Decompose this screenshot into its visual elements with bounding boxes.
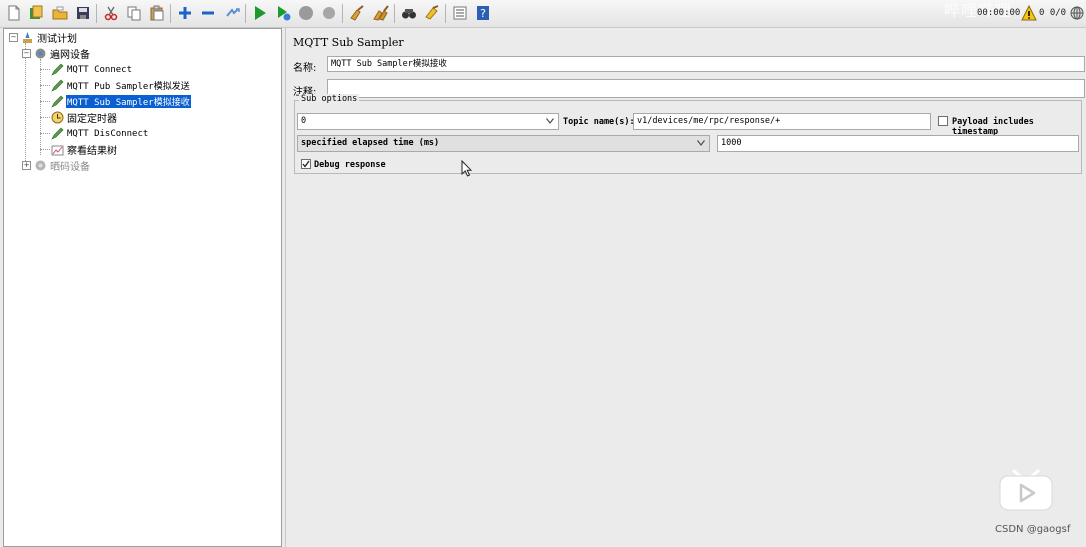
tree-item-test-plan[interactable]: − 测试计划 xyxy=(9,30,78,45)
sub-options-group: Sub options 0 Topic name(s): v1/devices/… xyxy=(294,94,1082,174)
remote-icon[interactable] xyxy=(1070,6,1084,20)
save-icon[interactable] xyxy=(75,5,91,21)
function-helper-icon[interactable] xyxy=(452,5,468,21)
tree-item-label: MQTT Connect xyxy=(67,64,133,75)
clear-all-icon[interactable] xyxy=(373,5,389,21)
tree-item-label: 测试计划 xyxy=(37,34,77,45)
sub-options-legend: Sub options xyxy=(299,94,360,104)
sampler-pencil-icon xyxy=(51,63,64,76)
tree-item-label: MQTT DisConnect xyxy=(67,128,149,139)
tree-item-label: 固定定时器 xyxy=(67,114,117,125)
tree-item-mqtt-disconnect[interactable]: MQTT DisConnect xyxy=(51,126,149,141)
shutdown-icon[interactable] xyxy=(321,5,337,21)
tree-item-constant-timer[interactable]: 固定定时器 xyxy=(51,110,118,125)
check-icon xyxy=(302,160,310,168)
stop-icon[interactable] xyxy=(298,5,314,21)
comment-input[interactable] xyxy=(327,79,1085,98)
qos-value: 0 xyxy=(301,116,307,126)
gear-icon xyxy=(34,159,47,172)
payload-timestamp-checkbox[interactable] xyxy=(938,116,948,126)
toggle-icon[interactable] xyxy=(224,5,240,21)
tree-item-thread-group[interactable]: − 遍网设备 xyxy=(22,46,91,61)
open-folder-icon[interactable] xyxy=(52,5,68,21)
clear-icon[interactable] xyxy=(349,5,365,21)
gear-icon xyxy=(34,47,47,60)
thread-count: 0 0/0 xyxy=(1039,8,1067,18)
topic-label: Topic name(s): xyxy=(563,117,635,127)
help-icon[interactable]: ? xyxy=(475,5,491,21)
toolbar: ? 哔哩哔哩 00:00:00 0 0/0 xyxy=(0,0,1086,28)
cut-icon[interactable] xyxy=(103,5,119,21)
templates-icon[interactable] xyxy=(28,5,44,21)
elapsed-time-input[interactable]: 1000 xyxy=(717,135,1079,152)
test-plan-icon xyxy=(21,31,34,44)
tree-item-disabled-thread-group[interactable]: + 晒码设备 xyxy=(22,158,91,173)
debug-response-checkbox[interactable] xyxy=(301,159,311,169)
tree-item-mqtt-sub-sampler[interactable]: MQTT Sub Sampler模拟接收 xyxy=(51,94,191,109)
tree-item-mqtt-pub-sampler[interactable]: MQTT Pub Sampler模拟发送 xyxy=(51,78,191,93)
collapse-icon[interactable]: − xyxy=(22,49,31,58)
sampler-pencil-icon xyxy=(51,95,64,108)
name-input[interactable]: MQTT Sub Sampler模拟接收 xyxy=(327,56,1085,72)
sub-mode-value: specified elapsed time (ms) xyxy=(301,138,440,148)
reset-search-icon[interactable] xyxy=(424,5,440,21)
timer-icon xyxy=(51,111,64,124)
payload-timestamp-label: Payload includes timestamp xyxy=(952,117,1034,137)
qos-select[interactable]: 0 xyxy=(297,113,559,130)
tree-item-label: MQTT Pub Sampler模拟发送 xyxy=(67,82,190,92)
topic-input[interactable]: v1/devices/me/rpc/response/+ xyxy=(633,113,931,130)
warning-icon[interactable] xyxy=(1021,5,1037,21)
sampler-pencil-icon xyxy=(51,127,64,140)
paste-icon[interactable] xyxy=(149,5,165,21)
collapse-icon[interactable]: − xyxy=(9,33,18,42)
listener-chart-icon xyxy=(51,143,64,156)
search-icon[interactable] xyxy=(401,5,417,21)
copy-icon[interactable] xyxy=(126,5,142,21)
add-icon[interactable] xyxy=(177,5,193,21)
start-icon[interactable] xyxy=(252,5,268,21)
start-no-pause-icon[interactable] xyxy=(275,5,291,21)
debug-response-label: Debug response xyxy=(314,160,386,170)
mouse-cursor-icon xyxy=(461,160,473,177)
chevron-down-icon xyxy=(697,140,705,146)
panel-title: MQTT Sub Sampler xyxy=(293,36,404,49)
new-file-icon[interactable] xyxy=(6,5,22,21)
expand-icon[interactable]: + xyxy=(22,161,31,170)
tree-item-view-results-tree[interactable]: 察看结果树 xyxy=(51,142,118,157)
remove-icon[interactable] xyxy=(200,5,216,21)
test-plan-tree[interactable]: − 测试计划 − 遍网设备 MQTT Connect MQTT Pub Samp… xyxy=(3,28,282,547)
tree-item-mqtt-connect[interactable]: MQTT Connect xyxy=(51,62,133,77)
video-play-icon[interactable] xyxy=(998,465,1054,511)
sampler-pencil-icon xyxy=(51,79,64,92)
tree-item-label: MQTT Sub Sampler模拟接收 xyxy=(66,95,191,108)
sampler-config-panel: MQTT Sub Sampler 名称: MQTT Sub Sampler模拟接… xyxy=(285,28,1086,547)
chevron-down-icon xyxy=(546,118,554,124)
tree-item-label: 察看结果树 xyxy=(67,146,117,157)
sub-mode-select[interactable]: specified elapsed time (ms) xyxy=(297,135,710,152)
tree-item-label: 晒码设备 xyxy=(50,162,90,173)
svg-text:?: ? xyxy=(480,7,486,20)
csdn-credit: CSDN @gaogsf xyxy=(995,524,1071,535)
name-label: 名称: xyxy=(293,63,317,74)
tree-item-label: 遍网设备 xyxy=(50,50,90,61)
elapsed-timer: 00:00:00 xyxy=(977,8,1021,18)
